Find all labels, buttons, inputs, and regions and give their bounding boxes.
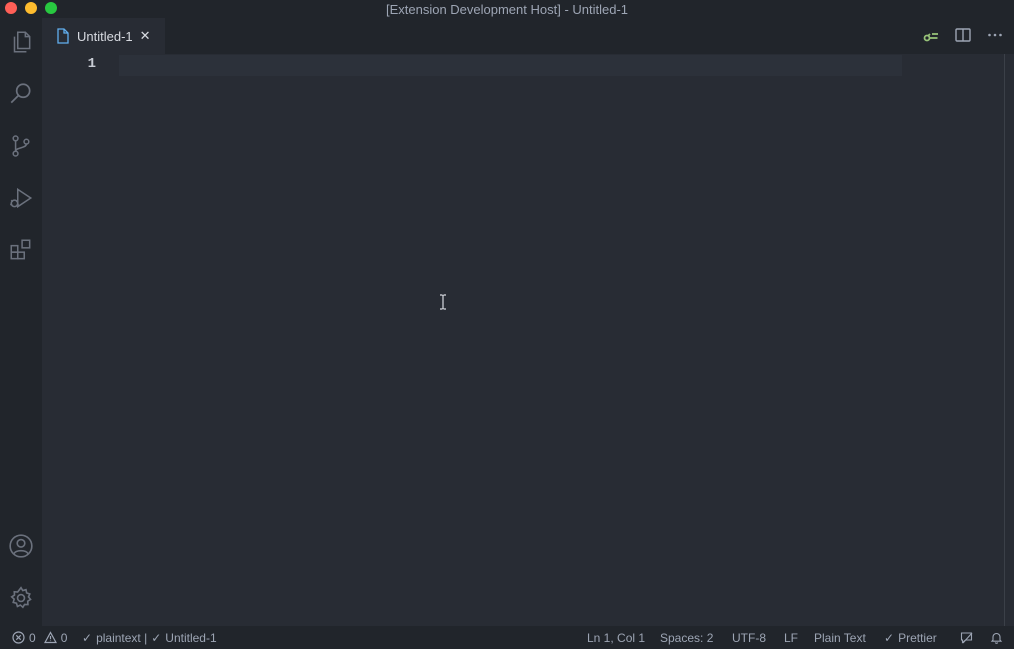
feedback-icon xyxy=(960,632,973,644)
run-debug-icon xyxy=(10,187,33,209)
vertical-scrollbar[interactable] xyxy=(1004,54,1005,626)
double-check-icon: ✓ xyxy=(884,630,895,645)
activity-run-debug[interactable] xyxy=(0,176,42,220)
language-mode-label: Plain Text xyxy=(814,630,866,645)
activity-extensions[interactable] xyxy=(0,228,42,272)
encoding-label: UTF-8 xyxy=(732,630,766,645)
warning-icon xyxy=(43,631,57,644)
feedback-button[interactable] xyxy=(960,626,973,649)
activity-source-control[interactable] xyxy=(0,124,42,168)
current-line-highlight xyxy=(119,55,902,76)
activity-accounts[interactable] xyxy=(0,524,42,568)
close-window-button[interactable] xyxy=(5,2,17,14)
files-icon xyxy=(13,31,31,53)
encoding[interactable]: UTF-8 xyxy=(732,626,766,649)
tab-label: Untitled-1 xyxy=(77,28,133,44)
check-icon: ✓ xyxy=(151,630,162,645)
warning-count: 0 xyxy=(60,630,68,645)
maximize-window-button[interactable] xyxy=(45,2,57,14)
end-of-line[interactable]: LF xyxy=(784,626,798,649)
title-bar: [Extension Development Host] - Untitled-… xyxy=(0,0,1014,18)
language-mode[interactable]: Plain Text xyxy=(814,626,866,649)
tab-untitled-1[interactable]: Untitled-1 ✕ xyxy=(42,18,165,54)
source-control-icon xyxy=(12,135,30,157)
window-controls xyxy=(5,2,57,14)
language-check-label: plaintext | xyxy=(96,630,148,645)
formatter-label: Prettier xyxy=(898,630,937,645)
cursor-position-label: Ln 1, Col 1 xyxy=(587,630,646,645)
more-actions-icon[interactable] xyxy=(986,26,1004,44)
split-editor-icon[interactable] xyxy=(954,26,972,44)
account-icon xyxy=(9,534,33,558)
extensions-icon xyxy=(10,239,31,260)
prettier-status[interactable]: ✓ Prettier xyxy=(884,626,937,649)
indentation-label: Spaces: 2 xyxy=(660,630,714,645)
bell-icon xyxy=(990,632,1003,644)
text-cursor-icon xyxy=(440,294,446,310)
tab-bar: Untitled-1 ✕ xyxy=(42,18,1014,54)
indentation[interactable]: Spaces: 2 xyxy=(660,626,713,649)
error-icon xyxy=(12,631,25,644)
eol-label: LF xyxy=(784,630,799,645)
extension-status[interactable]: ✓ plaintext | ✓ Untitled-1 xyxy=(82,626,217,649)
problems-indicator[interactable]: 0 0 xyxy=(12,626,67,649)
cursor-position[interactable]: Ln 1, Col 1 xyxy=(587,626,645,649)
close-tab-icon[interactable]: ✕ xyxy=(140,28,151,44)
status-bar: 0 0 ✓ plaintext | ✓ Untitled-1 Ln 1, Col… xyxy=(0,626,1014,649)
activity-explorer[interactable] xyxy=(0,20,42,64)
minimize-window-button[interactable] xyxy=(25,2,37,14)
activity-manage[interactable] xyxy=(0,576,42,620)
editor-area[interactable]: 1 xyxy=(42,54,1014,626)
error-count: 0 xyxy=(29,630,36,645)
notifications-button[interactable] xyxy=(990,626,1003,649)
check-icon: ✓ xyxy=(82,630,93,645)
line-number: 1 xyxy=(87,56,96,72)
activity-search[interactable] xyxy=(0,72,42,116)
toggle-extension-icon[interactable] xyxy=(922,26,940,44)
gear-icon xyxy=(10,586,32,609)
search-icon xyxy=(10,83,31,104)
file-check-label: Untitled-1 xyxy=(165,630,217,645)
window-title: [Extension Development Host] - Untitled-… xyxy=(385,1,629,17)
editor-actions xyxy=(922,26,1004,44)
file-icon xyxy=(57,28,69,44)
activity-bar xyxy=(0,18,42,626)
